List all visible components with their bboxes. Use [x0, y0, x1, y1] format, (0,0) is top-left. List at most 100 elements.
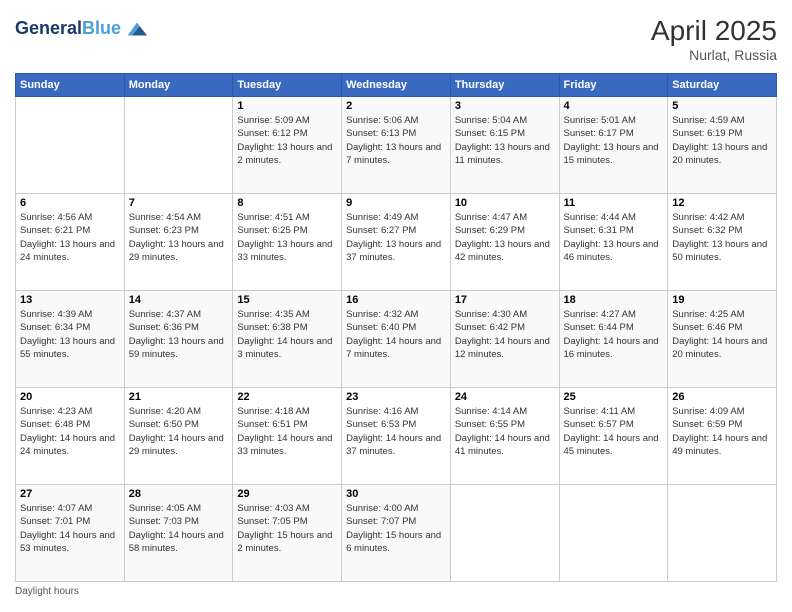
logo-blue: Blue: [82, 18, 121, 38]
day-info: Sunrise: 4:44 AMSunset: 6:31 PMDaylight:…: [564, 211, 664, 264]
day-info: Sunrise: 4:47 AMSunset: 6:29 PMDaylight:…: [455, 211, 555, 264]
header-day-friday: Friday: [559, 74, 668, 97]
day-number: 15: [237, 294, 337, 306]
footer-note: Daylight hours: [15, 586, 777, 597]
calendar-table: SundayMondayTuesdayWednesdayThursdayFrid…: [15, 73, 777, 582]
calendar-cell: 4 Sunrise: 5:01 AMSunset: 6:17 PMDaylight…: [559, 97, 668, 194]
day-info: Sunrise: 4:11 AMSunset: 6:57 PMDaylight:…: [564, 405, 664, 458]
day-number: 12: [672, 197, 772, 209]
calendar-cell: 7 Sunrise: 4:54 AMSunset: 6:23 PMDaylight…: [124, 194, 233, 291]
header-day-saturday: Saturday: [668, 74, 777, 97]
calendar-cell: 24 Sunrise: 4:14 AMSunset: 6:55 PMDayligh…: [450, 388, 559, 485]
day-number: 13: [20, 294, 120, 306]
day-info: Sunrise: 4:16 AMSunset: 6:53 PMDaylight:…: [346, 405, 446, 458]
header-day-tuesday: Tuesday: [233, 74, 342, 97]
day-number: 2: [346, 100, 446, 112]
calendar-cell: 9 Sunrise: 4:49 AMSunset: 6:27 PMDaylight…: [342, 194, 451, 291]
day-number: 22: [237, 391, 337, 403]
calendar-cell: 21 Sunrise: 4:20 AMSunset: 6:50 PMDayligh…: [124, 388, 233, 485]
header-day-monday: Monday: [124, 74, 233, 97]
day-number: 1: [237, 100, 337, 112]
logo-text: GeneralBlue: [15, 19, 121, 39]
calendar-cell: 30 Sunrise: 4:00 AMSunset: 7:07 PMDayligh…: [342, 485, 451, 582]
calendar-cell: 25 Sunrise: 4:11 AMSunset: 6:57 PMDayligh…: [559, 388, 668, 485]
calendar-week-5: 27Sunrise: 4:07 AMSunset: 7:01 PMDayligh…: [16, 485, 777, 582]
calendar-cell: 27Sunrise: 4:07 AMSunset: 7:01 PMDayligh…: [16, 485, 125, 582]
header-day-sunday: Sunday: [16, 74, 125, 97]
day-info: Sunrise: 4:14 AMSunset: 6:55 PMDaylight:…: [455, 405, 555, 458]
day-info: Sunrise: 4:56 AMSunset: 6:21 PMDaylight:…: [20, 211, 120, 264]
day-number: 27: [20, 488, 120, 500]
calendar-cell: 14 Sunrise: 4:37 AMSunset: 6:36 PMDayligh…: [124, 291, 233, 388]
day-number: 30: [346, 488, 446, 500]
day-number: 20: [20, 391, 120, 403]
day-info: Sunrise: 5:06 AMSunset: 6:13 PMDaylight:…: [346, 114, 446, 167]
day-number: 4: [564, 100, 664, 112]
logo: GeneralBlue: [15, 15, 151, 43]
header-day-wednesday: Wednesday: [342, 74, 451, 97]
day-number: 17: [455, 294, 555, 306]
day-info: Sunrise: 5:01 AMSunset: 6:17 PMDaylight:…: [564, 114, 664, 167]
day-info: Sunrise: 5:04 AMSunset: 6:15 PMDaylight:…: [455, 114, 555, 167]
calendar-cell: 22 Sunrise: 4:18 AMSunset: 6:51 PMDayligh…: [233, 388, 342, 485]
subtitle: Nurlat, Russia: [651, 47, 777, 63]
day-info: Sunrise: 4:23 AMSunset: 6:48 PMDaylight:…: [20, 405, 120, 458]
day-number: 6: [20, 197, 120, 209]
day-info: Sunrise: 4:00 AMSunset: 7:07 PMDaylight:…: [346, 502, 446, 555]
day-number: 21: [129, 391, 229, 403]
day-info: Sunrise: 4:42 AMSunset: 6:32 PMDaylight:…: [672, 211, 772, 264]
day-info: Sunrise: 4:05 AMSunset: 7:03 PMDaylight:…: [129, 502, 229, 555]
day-number: 10: [455, 197, 555, 209]
page: GeneralBlue April 2025 Nurlat, Russia Su…: [0, 0, 792, 612]
day-info: Sunrise: 4:09 AMSunset: 6:59 PMDaylight:…: [672, 405, 772, 458]
header: GeneralBlue April 2025 Nurlat, Russia: [15, 15, 777, 63]
main-title: April 2025: [651, 15, 777, 47]
day-info: Sunrise: 4:39 AMSunset: 6:34 PMDaylight:…: [20, 308, 120, 361]
day-number: 24: [455, 391, 555, 403]
calendar-header-row: SundayMondayTuesdayWednesdayThursdayFrid…: [16, 74, 777, 97]
calendar-cell: 20 Sunrise: 4:23 AMSunset: 6:48 PMDayligh…: [16, 388, 125, 485]
day-info: Sunrise: 4:51 AMSunset: 6:25 PMDaylight:…: [237, 211, 337, 264]
calendar-cell: 10 Sunrise: 4:47 AMSunset: 6:29 PMDayligh…: [450, 194, 559, 291]
calendar-cell: 6 Sunrise: 4:56 AMSunset: 6:21 PMDaylight…: [16, 194, 125, 291]
logo-general: General: [15, 18, 82, 38]
calendar-cell: 23 Sunrise: 4:16 AMSunset: 6:53 PMDayligh…: [342, 388, 451, 485]
day-number: 7: [129, 197, 229, 209]
calendar-week-3: 13 Sunrise: 4:39 AMSunset: 6:34 PMDayligh…: [16, 291, 777, 388]
calendar-cell: 28 Sunrise: 4:05 AMSunset: 7:03 PMDayligh…: [124, 485, 233, 582]
day-info: Sunrise: 4:18 AMSunset: 6:51 PMDaylight:…: [237, 405, 337, 458]
day-number: 9: [346, 197, 446, 209]
day-info: Sunrise: 5:09 AMSunset: 6:12 PMDaylight:…: [237, 114, 337, 167]
day-number: 26: [672, 391, 772, 403]
day-info: Sunrise: 4:37 AMSunset: 6:36 PMDaylight:…: [129, 308, 229, 361]
day-info: Sunrise: 4:54 AMSunset: 6:23 PMDaylight:…: [129, 211, 229, 264]
day-number: 3: [455, 100, 555, 112]
calendar-cell: [450, 485, 559, 582]
day-info: Sunrise: 4:20 AMSunset: 6:50 PMDaylight:…: [129, 405, 229, 458]
calendar-cell: 19 Sunrise: 4:25 AMSunset: 6:46 PMDayligh…: [668, 291, 777, 388]
day-number: 23: [346, 391, 446, 403]
day-number: 25: [564, 391, 664, 403]
calendar-cell: 13 Sunrise: 4:39 AMSunset: 6:34 PMDayligh…: [16, 291, 125, 388]
calendar-cell: 8 Sunrise: 4:51 AMSunset: 6:25 PMDaylight…: [233, 194, 342, 291]
calendar-cell: 29Sunrise: 4:03 AMSunset: 7:05 PMDayligh…: [233, 485, 342, 582]
calendar-cell: 18Sunrise: 4:27 AMSunset: 6:44 PMDayligh…: [559, 291, 668, 388]
calendar-week-4: 20 Sunrise: 4:23 AMSunset: 6:48 PMDayligh…: [16, 388, 777, 485]
day-number: 14: [129, 294, 229, 306]
day-number: 18: [564, 294, 664, 306]
day-number: 5: [672, 100, 772, 112]
day-number: 16: [346, 294, 446, 306]
day-number: 29: [237, 488, 337, 500]
day-number: 28: [129, 488, 229, 500]
day-info: Sunrise: 4:25 AMSunset: 6:46 PMDaylight:…: [672, 308, 772, 361]
header-day-thursday: Thursday: [450, 74, 559, 97]
calendar-cell: 15Sunrise: 4:35 AMSunset: 6:38 PMDayligh…: [233, 291, 342, 388]
day-number: 19: [672, 294, 772, 306]
day-info: Sunrise: 4:49 AMSunset: 6:27 PMDaylight:…: [346, 211, 446, 264]
calendar-cell: 2 Sunrise: 5:06 AMSunset: 6:13 PMDaylight…: [342, 97, 451, 194]
calendar-cell: 12 Sunrise: 4:42 AMSunset: 6:32 PMDayligh…: [668, 194, 777, 291]
calendar-week-2: 6 Sunrise: 4:56 AMSunset: 6:21 PMDaylight…: [16, 194, 777, 291]
title-block: April 2025 Nurlat, Russia: [651, 15, 777, 63]
day-number: 8: [237, 197, 337, 209]
calendar-cell: 16Sunrise: 4:32 AMSunset: 6:40 PMDayligh…: [342, 291, 451, 388]
